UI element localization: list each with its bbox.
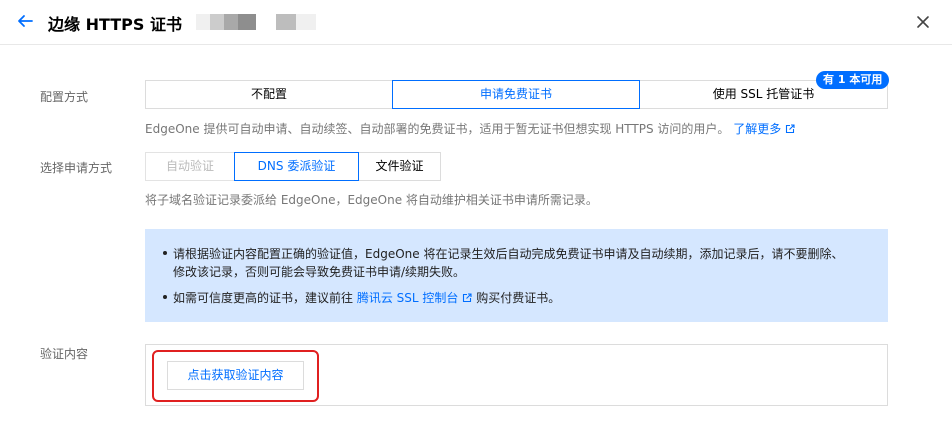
apply-method-label: 选择申请方式	[40, 161, 113, 175]
available-count-badge: 有 1 本可用	[816, 71, 890, 89]
notice-item-continuation: 修改该记录，否则可能会导致免费证书申请/续期失败。	[173, 265, 466, 279]
option-auto-verify: 自动验证	[145, 152, 235, 181]
config-description: EdgeOne 提供可自动申请、自动续签、自动部署的免费证书，适用于暂无证书但想…	[145, 120, 795, 137]
notice-item: 如需可信度更高的证书，建议前往 腾讯云 SSL 控制台 购买付费证书。	[163, 289, 560, 307]
verify-content-label: 验证内容	[40, 347, 89, 361]
config-description-text: EdgeOne 提供可自动申请、自动续签、自动部署的免费证书，适用于暂无证书但想…	[145, 122, 730, 136]
apply-method-description: 将子域名验证记录委派给 EdgeOne，EdgeOne 将自动维护相关证书申请所…	[145, 193, 598, 207]
bullet-icon	[163, 295, 167, 299]
back-arrow-icon[interactable]	[14, 10, 36, 32]
option-no-config[interactable]: 不配置	[145, 80, 393, 109]
ssl-console-link[interactable]: 腾讯云 SSL 控制台	[357, 291, 473, 305]
option-free-certificate[interactable]: 申请免费证书	[392, 80, 640, 109]
modal-header: 边缘 HTTPS 证书	[0, 0, 952, 45]
highlight-annotation	[152, 350, 319, 402]
option-dns-delegation[interactable]: DNS 委派验证	[234, 152, 359, 181]
bullet-icon	[163, 251, 167, 255]
config-method-label: 配置方式	[40, 90, 89, 104]
external-link-icon	[463, 293, 472, 303]
external-link-icon	[786, 124, 795, 134]
page-title: 边缘 HTTPS 证书	[48, 15, 182, 34]
info-notice: 请根据验证内容配置正确的验证值，EdgeOne 将在记录生效后自动完成免费证书申…	[145, 229, 888, 322]
notice-item: 请根据验证内容配置正确的验证值，EdgeOne 将在记录生效后自动完成免费证书申…	[163, 245, 843, 263]
close-icon[interactable]	[914, 13, 932, 31]
option-file-verify[interactable]: 文件验证	[358, 152, 441, 181]
learn-more-link[interactable]: 了解更多	[733, 122, 795, 136]
